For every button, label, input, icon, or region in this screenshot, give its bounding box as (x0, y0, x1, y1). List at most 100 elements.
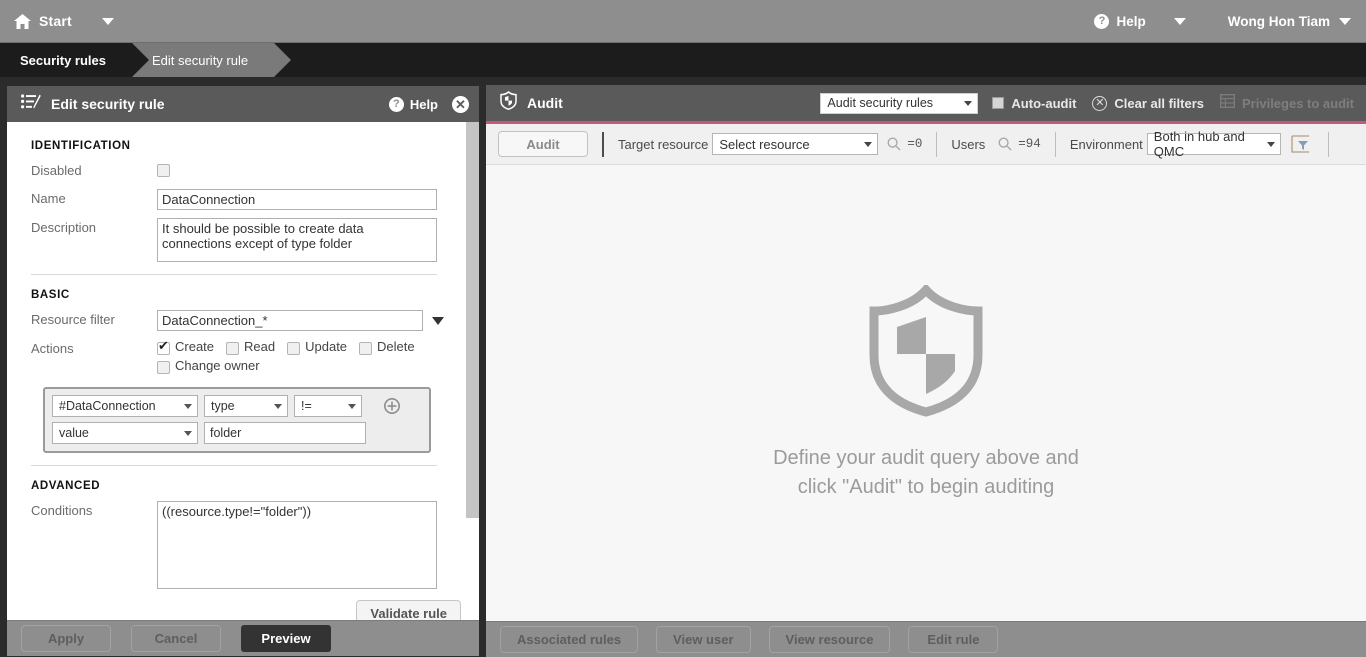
query-bar-divider-4 (1327, 131, 1329, 157)
chevron-down-icon[interactable] (101, 17, 114, 25)
clear-all-filters-button[interactable]: ✕ Clear all filters (1092, 95, 1205, 111)
view-resource-button[interactable]: View resource (768, 626, 891, 653)
condition-property-select[interactable]: type (204, 395, 288, 417)
apply-button[interactable]: Apply (21, 625, 111, 652)
start-menu[interactable]: Start (0, 13, 114, 29)
preview-button[interactable]: Preview (241, 625, 331, 652)
auto-audit-label: Auto-audit (1011, 95, 1077, 111)
question-circle-icon: ? (1094, 13, 1110, 29)
start-label: Start (39, 13, 72, 29)
section-divider-2 (31, 465, 437, 466)
name-input[interactable] (157, 189, 437, 210)
action-change-owner[interactable]: Change owner (157, 358, 447, 374)
home-icon (14, 13, 31, 29)
resource-filter-control (157, 310, 444, 331)
target-resource-count: =0 (907, 137, 923, 151)
breadcrumb-label: Edit security rule (152, 52, 249, 68)
resource-filter-input[interactable] (157, 310, 423, 331)
view-user-button[interactable]: View user (656, 626, 751, 653)
action-create[interactable]: Create (157, 339, 214, 355)
associated-rules-button[interactable]: Associated rules (500, 626, 639, 653)
shield-icon (500, 91, 517, 115)
breadcrumb: Security rules Edit security rule (0, 43, 1366, 77)
condition-value-input[interactable] (204, 422, 366, 444)
disabled-checkbox[interactable] (157, 164, 170, 177)
condition-builder-row-2: value (52, 422, 421, 444)
audit-button[interactable]: Audit (498, 131, 588, 157)
conditions-textarea[interactable] (157, 501, 437, 589)
action-update-checkbox[interactable] (287, 342, 301, 355)
action-update-label: Update (305, 339, 348, 354)
condition-valuetype-select[interactable]: value (52, 422, 198, 444)
audit-query-bar: Audit Target resource Select resource =0… (486, 124, 1366, 165)
breadcrumb-item-security-rules[interactable]: Security rules (0, 43, 149, 77)
x-circle-icon: ✕ (1092, 95, 1108, 111)
disabled-label: Disabled (31, 163, 82, 178)
action-read-label: Read (244, 339, 276, 354)
audit-empty-state: Define your audit query above and click … (486, 165, 1366, 621)
environment-select[interactable]: Both in hub and QMC (1146, 129, 1281, 159)
target-resource-select[interactable]: Select resource (712, 133, 879, 155)
audit-mode-select[interactable]: Audit security rules (820, 92, 979, 114)
action-update[interactable]: Update (287, 339, 347, 355)
action-create-label: Create (175, 339, 215, 354)
chevron-down-icon (964, 100, 973, 106)
shield-large-icon (866, 282, 986, 422)
breadcrumb-label: Security rules (20, 52, 106, 68)
audit-empty-line-2: click "Audit" to begin auditing (797, 475, 1055, 498)
panel-help-button[interactable]: ? Help (388, 96, 438, 112)
close-icon[interactable]: ✕ (452, 95, 469, 113)
condition-operator-select[interactable]: != (294, 395, 362, 417)
search-icon[interactable] (887, 137, 901, 151)
user-chevron-down-icon[interactable] (1339, 17, 1351, 25)
condition-resource-select[interactable]: #DataConnection (52, 395, 198, 417)
actions-checkbox-group: Create Read Update Delete (157, 339, 447, 377)
resource-filter-chevron-down-icon[interactable] (432, 316, 444, 325)
condition-resource-value: #DataConnection (59, 399, 156, 413)
question-circle-icon: ? (388, 96, 404, 112)
cancel-button[interactable]: Cancel (131, 625, 221, 652)
action-change-owner-label: Change owner (175, 358, 260, 373)
filter-box-icon[interactable] (1291, 135, 1310, 153)
description-textarea[interactable] (157, 218, 437, 262)
action-delete[interactable]: Delete (359, 339, 415, 355)
validate-rule-row: Validate rule (31, 600, 461, 620)
help-button[interactable]: ? Help (1094, 13, 1146, 29)
condition-builder-row-1: #DataConnection type != (52, 395, 421, 417)
identification-section-title: IDENTIFICATION (31, 140, 131, 152)
actions-row: Actions Create Read Update (31, 339, 479, 377)
action-create-checkbox[interactable] (157, 339, 170, 355)
audit-empty-line-1: Define your audit query above and (773, 446, 1079, 469)
privileges-to-audit-button[interactable]: Privileges to audit (1220, 93, 1354, 113)
chevron-down-icon (1266, 141, 1275, 147)
condition-operator-value: != (301, 399, 312, 413)
auto-audit-toggle[interactable]: Auto-audit (992, 96, 1076, 111)
auto-audit-checkbox[interactable] (992, 97, 1005, 109)
validate-rule-button[interactable]: Validate rule (356, 600, 461, 620)
user-label[interactable]: Wong Hon Tiam (1228, 14, 1330, 29)
form-scrollbar[interactable] (466, 122, 479, 620)
help-chevron-down-icon[interactable] (1173, 17, 1186, 25)
panel-header: Edit security rule ? Help ✕ (7, 86, 479, 122)
action-read[interactable]: Read (226, 339, 275, 355)
description-label: Description (31, 220, 97, 235)
environment-value: Both in hub and QMC (1153, 129, 1245, 159)
condition-valuetype-value: value (59, 426, 89, 440)
form-scrollbar-thumb[interactable] (466, 122, 479, 518)
target-resource-label: Target resource (618, 136, 709, 152)
panel-title: Edit security rule (51, 96, 165, 112)
edit-rule-button[interactable]: Edit rule (908, 626, 999, 653)
plus-circle-icon[interactable] (384, 398, 400, 414)
panel-help-label: Help (409, 96, 438, 112)
breadcrumb-item-edit-security-rule[interactable]: Edit security rule (132, 43, 292, 77)
users-count: =94 (1018, 137, 1041, 151)
environment-label: Environment (1069, 136, 1143, 152)
audit-mode-value: Audit security rules (827, 96, 934, 110)
clear-all-filters-label: Clear all filters (1114, 95, 1205, 111)
users-search-icon[interactable] (998, 137, 1012, 151)
disabled-row: Disabled (31, 161, 479, 181)
action-read-checkbox[interactable] (226, 342, 240, 355)
action-change-owner-checkbox[interactable] (157, 361, 170, 374)
conditions-label: Conditions (31, 503, 93, 518)
action-delete-checkbox[interactable] (359, 342, 373, 355)
